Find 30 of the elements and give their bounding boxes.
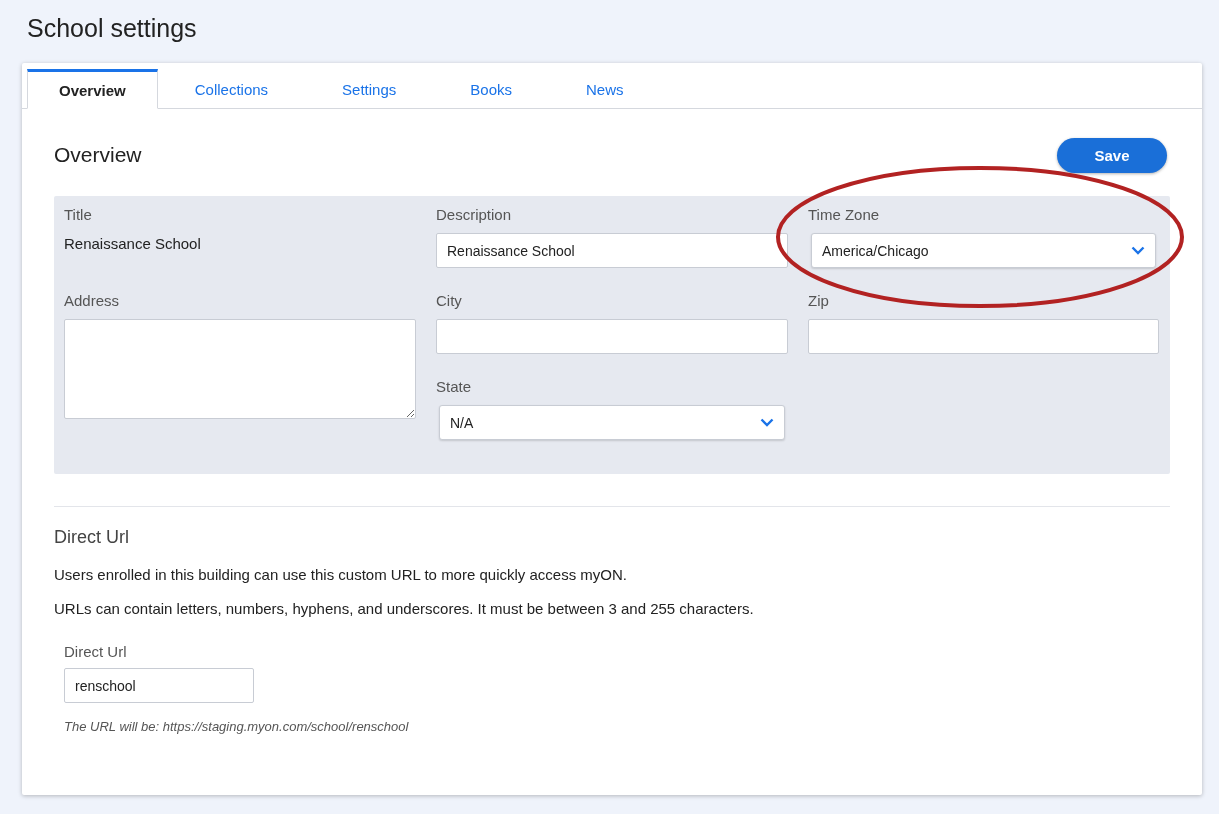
tab[interactable]: Collections xyxy=(157,69,306,109)
field-value: Renaissance School xyxy=(64,235,202,252)
section-heading: Direct Url xyxy=(54,527,130,548)
text-field[interactable]: Renaissance School xyxy=(436,233,788,268)
section-title: Overview xyxy=(54,143,142,167)
save-button[interactable]: Save xyxy=(1057,137,1167,173)
field-label: Direct Url xyxy=(64,643,127,660)
field-label: City xyxy=(436,292,462,309)
text-field[interactable] xyxy=(808,319,1159,354)
tab[interactable]: Overview xyxy=(27,69,158,109)
url-field[interactable]: renschool xyxy=(64,668,254,703)
field-label: Title xyxy=(64,206,92,223)
chevron-down-icon xyxy=(760,418,774,427)
tab[interactable]: News xyxy=(549,69,661,109)
field-label: State xyxy=(436,378,472,395)
dropdown[interactable]: America/Chicago xyxy=(811,233,1156,268)
page-title: School settings xyxy=(27,14,198,43)
dropdown[interactable]: N/A xyxy=(439,405,785,440)
field-label: Zip xyxy=(808,292,829,309)
url-preview-text: The URL will be: https://staging.myon.com/school/renschool xyxy=(64,719,409,734)
field-label: Time Zone xyxy=(808,206,880,223)
tab[interactable]: Settings xyxy=(305,69,434,109)
description-text: Users enrolled in this building can use this custom URL to more quickly access myON. xyxy=(54,566,628,583)
field-label: Description xyxy=(436,206,512,223)
description-text: URLs can contain letters, numbers, hyphens, and underscores. It must be between 3 and 255 characters. xyxy=(54,600,755,617)
textarea-field[interactable] xyxy=(64,319,416,419)
tab[interactable]: Books xyxy=(433,69,549,109)
chevron-down-icon xyxy=(1131,246,1145,255)
field-label: Address xyxy=(64,292,120,309)
text-field[interactable] xyxy=(436,319,788,354)
